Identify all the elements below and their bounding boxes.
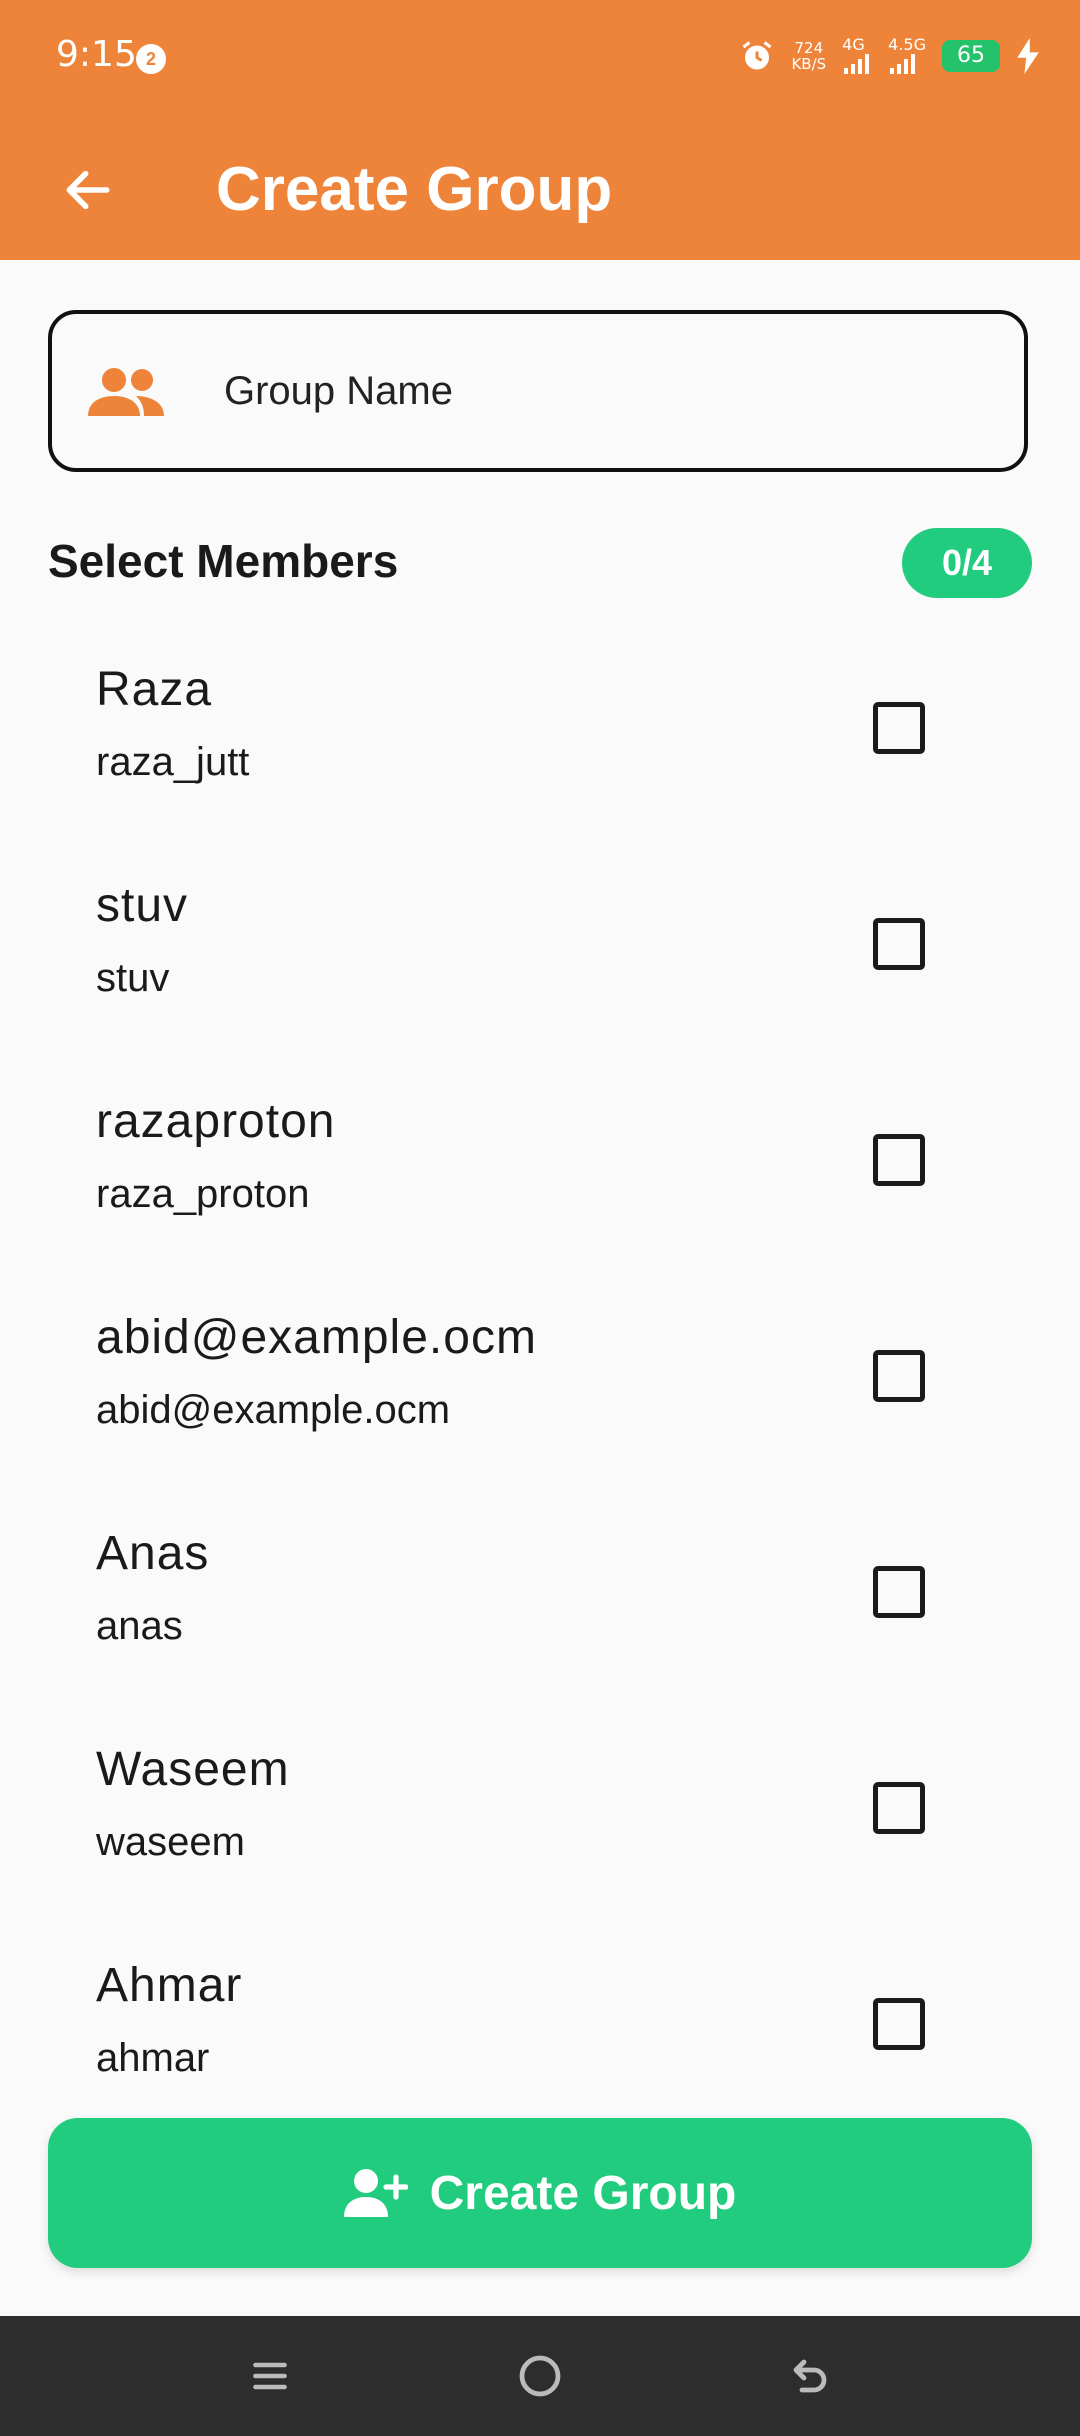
member-checkbox[interactable]	[873, 1566, 925, 1618]
list-item[interactable]: Anas anas	[0, 1504, 1080, 1720]
speed-value: 724	[794, 39, 824, 57]
list-item[interactable]: Waseem waseem	[0, 1720, 1080, 1936]
member-name: abid@example.ocm	[96, 1311, 537, 1364]
arrow-left-icon	[66, 170, 110, 210]
signal-icon-2	[890, 53, 916, 74]
network-4g: 4G	[842, 35, 872, 78]
member-name: Ahmar	[96, 1959, 243, 2012]
member-name: Anas	[96, 1527, 210, 1580]
top-bar: 9:15 2 724 KB/S 4G 4.5G 65 Create Group	[0, 0, 1080, 260]
alarm-icon	[743, 41, 772, 70]
member-name: razaproton	[96, 1095, 336, 1148]
member-checkbox[interactable]	[873, 1134, 925, 1186]
select-members-header: Select Members 0/4	[48, 528, 1032, 598]
status-bar: 9:15 2 724 KB/S 4G 4.5G 65	[0, 0, 1080, 115]
app-bar: Create Group	[0, 120, 1080, 260]
member-username: waseem	[96, 1820, 245, 1864]
network-45g: 4.5G	[888, 35, 926, 78]
home-circle-icon	[519, 2355, 561, 2397]
list-item[interactable]: Ahmar ahmar	[0, 1936, 1080, 2080]
member-checkbox[interactable]	[873, 918, 925, 970]
group-name-input[interactable]	[222, 367, 986, 415]
signal-icon	[844, 53, 870, 74]
status-time: 9:15	[56, 34, 137, 75]
selected-count-badge: 0/4	[902, 528, 1032, 598]
member-name: stuv	[96, 879, 189, 932]
member-username: abid@example.ocm	[96, 1388, 451, 1432]
network-speed: 724 KB/S	[791, 40, 826, 72]
person-add-icon	[343, 2169, 408, 2217]
member-checkbox[interactable]	[873, 702, 925, 754]
section-title: Select Members	[48, 535, 399, 587]
people-icon	[88, 368, 164, 416]
list-item[interactable]: razaproton raza_proton	[0, 1072, 1080, 1288]
member-username: raza_jutt	[96, 740, 250, 784]
list-item[interactable]: Raza raza_jutt	[0, 640, 1080, 856]
menu-icon	[253, 2362, 287, 2390]
members-list: Raza raza_jutt stuv stuv razaproton raza…	[0, 640, 1080, 2080]
member-checkbox[interactable]	[873, 1782, 925, 1834]
create-group-button[interactable]: Create Group	[48, 2118, 1032, 2268]
group-name-field[interactable]	[48, 310, 1028, 472]
create-group-label: Create Group	[429, 2166, 737, 2220]
member-username: ahmar	[96, 2036, 210, 2080]
nav-home-button[interactable]	[510, 2346, 570, 2406]
list-item[interactable]: stuv stuv	[0, 856, 1080, 1072]
battery-indicator: 65	[942, 40, 1000, 72]
member-username: anas	[96, 1604, 183, 1648]
member-checkbox[interactable]	[873, 1350, 925, 1402]
system-nav-bar	[0, 2316, 1080, 2436]
speed-unit: KB/S	[791, 55, 827, 73]
network-45g-label: 4.5G	[888, 34, 926, 54]
member-checkbox[interactable]	[873, 1998, 925, 2050]
page-title: Create Group	[216, 155, 613, 224]
network-4g-label: 4G	[842, 34, 865, 54]
charging-icon	[1017, 38, 1039, 74]
member-name: Waseem	[96, 1743, 290, 1796]
status-icons: 724 KB/S 4G 4.5G 65	[739, 35, 1040, 78]
list-item[interactable]: abid@example.ocm abid@example.ocm	[0, 1288, 1080, 1504]
member-username: stuv	[96, 956, 170, 1000]
back-icon	[793, 2359, 827, 2393]
back-button[interactable]	[48, 150, 128, 230]
nav-back-button[interactable]	[780, 2346, 840, 2406]
notification-badge: 2	[136, 44, 166, 74]
member-name: Raza	[96, 663, 213, 716]
member-username: raza_proton	[96, 1172, 310, 1216]
nav-menu-button[interactable]	[240, 2346, 300, 2406]
